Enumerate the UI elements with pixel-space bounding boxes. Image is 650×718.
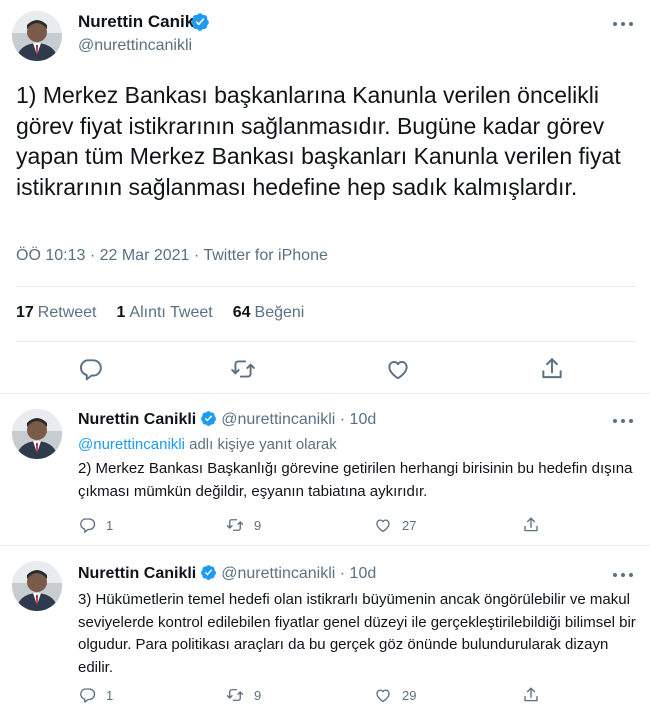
- share-icon: [522, 516, 540, 534]
- main-tweet-actions: [0, 356, 650, 384]
- replying-to: @nurettincanikli adlı kişiye yanıt olara…: [78, 436, 337, 453]
- reply-count: 1: [106, 687, 114, 703]
- reply-actions: 1 9 29: [78, 686, 638, 706]
- reply-to-link[interactable]: @nurettincanikli: [78, 436, 185, 453]
- verified-badge-icon: [190, 12, 210, 32]
- tweet-text: 3) Hükümetlerin temel hedefi olan istikr…: [78, 591, 636, 676]
- retweet-icon[interactable]: [230, 356, 256, 382]
- timestamp[interactable]: 10d: [350, 565, 377, 582]
- share-button[interactable]: [522, 686, 540, 704]
- retweet-count: 9: [254, 687, 262, 703]
- like-stat[interactable]: 64 Beğeni: [233, 304, 305, 322]
- reply-to-label: adlı kişiye yanıt olarak: [184, 436, 337, 453]
- like-button[interactable]: 27: [374, 516, 416, 534]
- separator: ·: [339, 411, 346, 428]
- verified-badge-icon: [200, 410, 217, 427]
- more-options-icon[interactable]: [609, 16, 637, 32]
- reply-header: Nurettin Canikli @nurettincanikli · 10d: [78, 410, 376, 429]
- reply-tweet[interactable]: Nurettin Canikli @nurettincanikli · 10d 3…: [0, 546, 650, 718]
- quote-tweet-stat[interactable]: 1 Alıntı Tweet: [117, 304, 213, 322]
- share-icon[interactable]: [539, 356, 565, 382]
- separator: ·: [339, 565, 346, 582]
- tweet-text: 1) Merkez Bankası başkanlarına Kanunla v…: [16, 82, 621, 200]
- more-options-icon[interactable]: [609, 413, 637, 429]
- share-button[interactable]: [522, 516, 540, 534]
- like-icon[interactable]: [385, 356, 411, 382]
- main-tweet: Nurettin Canikli @nurettincanikli 1) Mer…: [0, 0, 650, 393]
- verified-badge-icon: [200, 564, 217, 581]
- avatar-image: [12, 561, 62, 611]
- author-name[interactable]: Nurettin Canikli: [78, 411, 196, 428]
- tweet-text: 2) Merkez Bankası Başkanlığı görevine ge…: [78, 460, 633, 500]
- retweet-button[interactable]: 9: [226, 686, 261, 704]
- tweet-meta[interactable]: ÖÖ 10:13 · 22 Mar 2021 · Twitter for iPh…: [16, 247, 328, 265]
- divider: [16, 341, 636, 342]
- reply-count: 1: [106, 517, 114, 533]
- avatar-image: [12, 409, 62, 459]
- avatar[interactable]: [12, 409, 62, 459]
- reply-button[interactable]: 1: [78, 516, 113, 534]
- reply-icon[interactable]: [77, 356, 103, 382]
- divider: [16, 286, 636, 287]
- reply-button[interactable]: 1: [78, 686, 113, 704]
- author-name[interactable]: Nurettin Canikli: [78, 565, 196, 582]
- timestamp[interactable]: 10d: [350, 411, 377, 428]
- retweet-button[interactable]: 9: [226, 516, 261, 534]
- tweet-stats: 17 Retweet 1 Alıntı Tweet 64 Beğeni: [16, 304, 304, 322]
- retweet-icon: [226, 516, 244, 534]
- like-icon: [374, 516, 392, 534]
- like-icon: [374, 686, 392, 704]
- reply-actions: 1 9 27: [78, 516, 638, 536]
- like-button[interactable]: 29: [374, 686, 416, 704]
- more-options-icon[interactable]: [609, 567, 637, 583]
- author-handle[interactable]: @nurettincanikli: [221, 411, 335, 428]
- author-handle[interactable]: @nurettincanikli: [78, 37, 192, 55]
- reply-icon: [78, 686, 96, 704]
- avatar[interactable]: [12, 11, 62, 61]
- reply-icon: [78, 516, 96, 534]
- avatar[interactable]: [12, 561, 62, 611]
- avatar-image: [12, 11, 62, 61]
- reply-header: Nurettin Canikli @nurettincanikli · 10d: [78, 564, 376, 583]
- reply-tweet[interactable]: Nurettin Canikli @nurettincanikli · 10d @…: [0, 394, 650, 544]
- like-count: 29: [402, 687, 417, 703]
- share-icon: [522, 686, 540, 704]
- retweet-count: 9: [254, 517, 262, 533]
- like-count: 27: [402, 517, 417, 533]
- retweet-stat[interactable]: 17 Retweet: [16, 304, 97, 322]
- author-handle[interactable]: @nurettincanikli: [221, 565, 335, 582]
- author-name[interactable]: Nurettin Canikli: [78, 12, 204, 32]
- retweet-icon: [226, 686, 244, 704]
